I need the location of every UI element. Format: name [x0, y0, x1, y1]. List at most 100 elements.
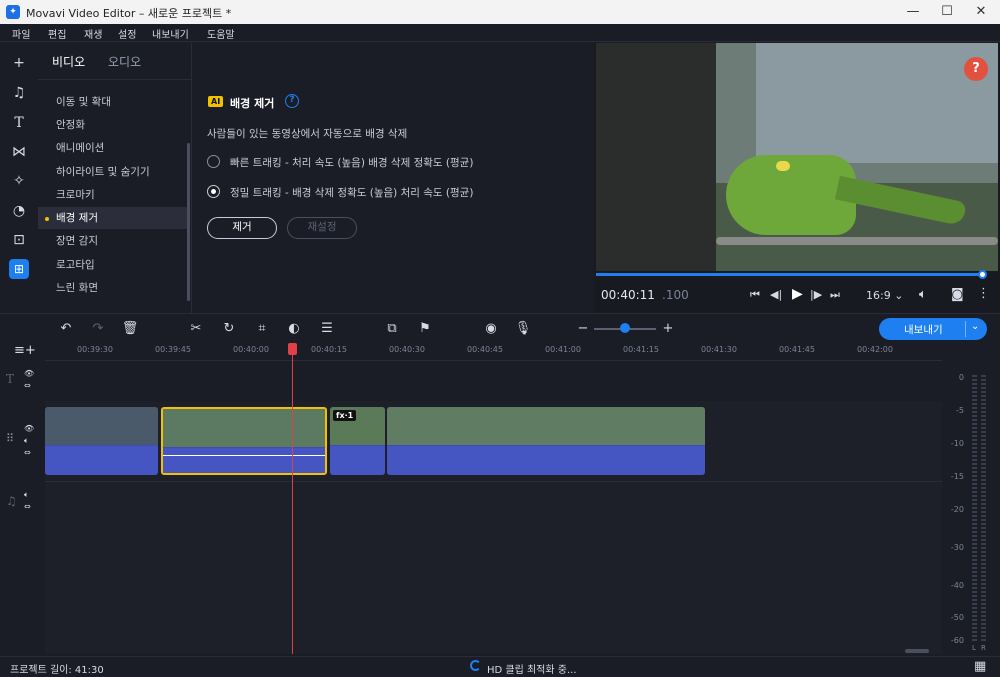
clip-volume-line[interactable] — [163, 455, 325, 456]
meter-label: -40 — [950, 581, 964, 590]
title-track-visibility-icon[interactable]: 👁︎ — [24, 369, 34, 378]
import-plus-icon[interactable]: + — [9, 53, 29, 73]
preview-panel: ? 00:40:11 .100 ⏮ ◀︎| ▶ |▶︎ ⏭ 16:9 ⌄ 🔈︎ ◙… — [594, 43, 1000, 313]
title-track-lane[interactable] — [45, 361, 942, 401]
video-frame[interactable]: ? — [596, 43, 998, 271]
delete-icon[interactable]: 🗑︎ — [121, 320, 139, 338]
radio-precise-label[interactable]: 정밀 트래킹 - 배경 삭제 정확도 (높음) 처리 속도 (평균) — [230, 185, 473, 200]
meter-right-label: R — [981, 644, 986, 652]
maximize-button[interactable]: ☐ — [930, 0, 964, 24]
overlay-icon[interactable]: ⧉ — [383, 320, 401, 338]
ruler-label: 00:42:00 — [857, 345, 893, 354]
category-slow-motion[interactable]: 느린 화면 — [38, 277, 188, 299]
transitions-icon[interactable]: ⋈ — [9, 142, 29, 162]
more-tools-icon[interactable]: ⊞ — [9, 259, 29, 279]
video-clip[interactable]: fx·1 — [330, 407, 385, 475]
preview-progress-bar[interactable] — [596, 273, 984, 276]
audio-track-icon: ♫ — [6, 494, 17, 508]
close-button[interactable]: ✕ — [964, 0, 998, 24]
title-track-icon: T — [6, 372, 15, 386]
microphone-icon[interactable]: 🎙︎ — [514, 320, 532, 338]
video-track-mute-icon[interactable]: 🔈︎ — [24, 436, 29, 446]
clip-thumbnail — [163, 409, 325, 447]
export-dropdown-icon[interactable]: ⌄ — [971, 321, 979, 332]
zoom-slider-handle[interactable] — [620, 323, 630, 333]
play-icon[interactable]: ▶ — [792, 286, 803, 302]
clip-waveform — [330, 446, 385, 475]
tab-video[interactable]: 비디오 — [52, 53, 85, 70]
export-button[interactable]: 내보내기 ⌄ — [879, 318, 987, 340]
menu-edit[interactable]: 편집 — [48, 26, 66, 41]
webcam-record-icon[interactable]: ◉ — [482, 320, 500, 338]
cut-icon[interactable]: ✂ — [187, 320, 205, 338]
audio-track-mute-icon[interactable]: 🔈︎ — [24, 490, 29, 500]
radio-fast-label[interactable]: 빠른 트래킹 - 처리 속도 (높음) 배경 삭제 정확도 (평균) — [230, 155, 473, 170]
help-button[interactable]: ? — [964, 57, 988, 81]
title-track-link-icon[interactable]: ⇔ — [24, 381, 31, 390]
menu-settings[interactable]: 설정 — [118, 26, 136, 41]
clip-thumbnail — [387, 407, 705, 445]
redo-icon[interactable]: ↷ — [89, 320, 107, 338]
clip-properties-icon[interactable]: ☰ — [318, 320, 336, 338]
crop-icon[interactable]: ⌗ — [253, 320, 271, 338]
skip-end-icon[interactable]: ⏭ — [830, 288, 840, 302]
category-chroma-key[interactable]: 크로마키 — [38, 184, 188, 206]
next-frame-icon[interactable]: |▶︎ — [810, 288, 822, 301]
undo-icon[interactable]: ↶ — [57, 320, 75, 338]
add-track-icon[interactable]: ≡+ — [14, 343, 36, 358]
category-scrollbar[interactable] — [187, 143, 190, 301]
category-animation[interactable]: 애니메이션 — [38, 137, 188, 159]
radio-precise[interactable] — [207, 185, 220, 198]
audio-level-meter: 0 -5 -10 -15 -20 -30 -40 -50 -60 L R — [942, 343, 1000, 656]
video-clip[interactable] — [387, 407, 705, 475]
rotate-icon[interactable]: ↻ — [220, 320, 238, 338]
filters-icon[interactable]: ◔ — [9, 201, 29, 221]
skip-start-icon[interactable]: ⏮ — [750, 288, 760, 302]
audio-track-link-icon[interactable]: ⇔ — [24, 502, 31, 511]
category-pan-zoom[interactable]: 이동 및 확대 — [38, 91, 188, 113]
volume-icon[interactable]: 🔈︎ — [919, 287, 927, 302]
minimize-button[interactable]: — — [896, 0, 930, 24]
video-clip[interactable] — [45, 407, 158, 475]
video-track-visibility-icon[interactable]: 👁︎ — [24, 424, 34, 433]
tab-audio[interactable]: 오디오 — [108, 53, 141, 70]
menu-file[interactable]: 파일 — [12, 26, 30, 41]
menu-playback[interactable]: 재생 — [84, 26, 102, 41]
meter-left-label: L — [972, 644, 976, 652]
timeline-ruler[interactable]: 00:39:30 00:39:45 00:40:00 00:40:15 00:4… — [45, 343, 942, 361]
video-clip-selected[interactable] — [161, 407, 327, 475]
help-circle-icon[interactable]: ? — [285, 94, 299, 108]
category-scene-detection[interactable]: 장면 감지 — [38, 230, 188, 252]
remove-button[interactable]: 제거 — [207, 217, 277, 239]
menu-help[interactable]: 도움말 — [207, 26, 235, 41]
category-background-removal[interactable]: 배경 제거 — [38, 207, 188, 229]
grid-icon[interactable]: ▦ — [974, 659, 986, 674]
meter-label: -5 — [956, 406, 964, 415]
color-adjust-icon[interactable]: ◐ — [285, 320, 303, 338]
playhead-handle[interactable] — [288, 343, 297, 355]
more-options-icon[interactable]: ⋮ — [977, 286, 990, 301]
timeline-tracks[interactable]: fx·1 — [45, 361, 942, 654]
preview-progress-handle[interactable] — [978, 270, 987, 279]
menu-export[interactable]: 내보내기 — [152, 26, 189, 41]
timeline-scrollbar[interactable] — [905, 649, 929, 653]
category-stabilization[interactable]: 안정화 — [38, 114, 188, 136]
category-logo[interactable]: 로고타입 — [38, 254, 188, 276]
music-icon[interactable]: ♫ — [9, 83, 29, 103]
zoom-out-icon[interactable]: − — [574, 320, 592, 338]
marker-flag-icon[interactable]: ⚑ — [416, 320, 434, 338]
titles-icon[interactable]: T — [9, 113, 29, 133]
reset-button[interactable]: 재설정 — [287, 217, 357, 239]
category-highlight-conceal[interactable]: 하이라이트 및 숨기기 — [38, 161, 188, 183]
video-track-link-icon[interactable]: ⇔ — [24, 448, 31, 457]
aspect-ratio-select[interactable]: 16:9 ⌄ — [866, 289, 903, 302]
radio-fast[interactable] — [207, 155, 220, 168]
tab-divider — [38, 79, 192, 80]
zoom-in-icon[interactable]: + — [659, 320, 677, 338]
radio-precise-dot — [210, 188, 216, 194]
magic-wand-icon[interactable]: ✧ — [9, 171, 29, 191]
snapshot-camera-icon[interactable]: ◙ — [951, 287, 964, 302]
stickers-icon[interactable]: ⊡ — [9, 230, 29, 250]
prev-frame-icon[interactable]: ◀︎| — [770, 288, 782, 301]
playhead-line — [292, 355, 293, 654]
